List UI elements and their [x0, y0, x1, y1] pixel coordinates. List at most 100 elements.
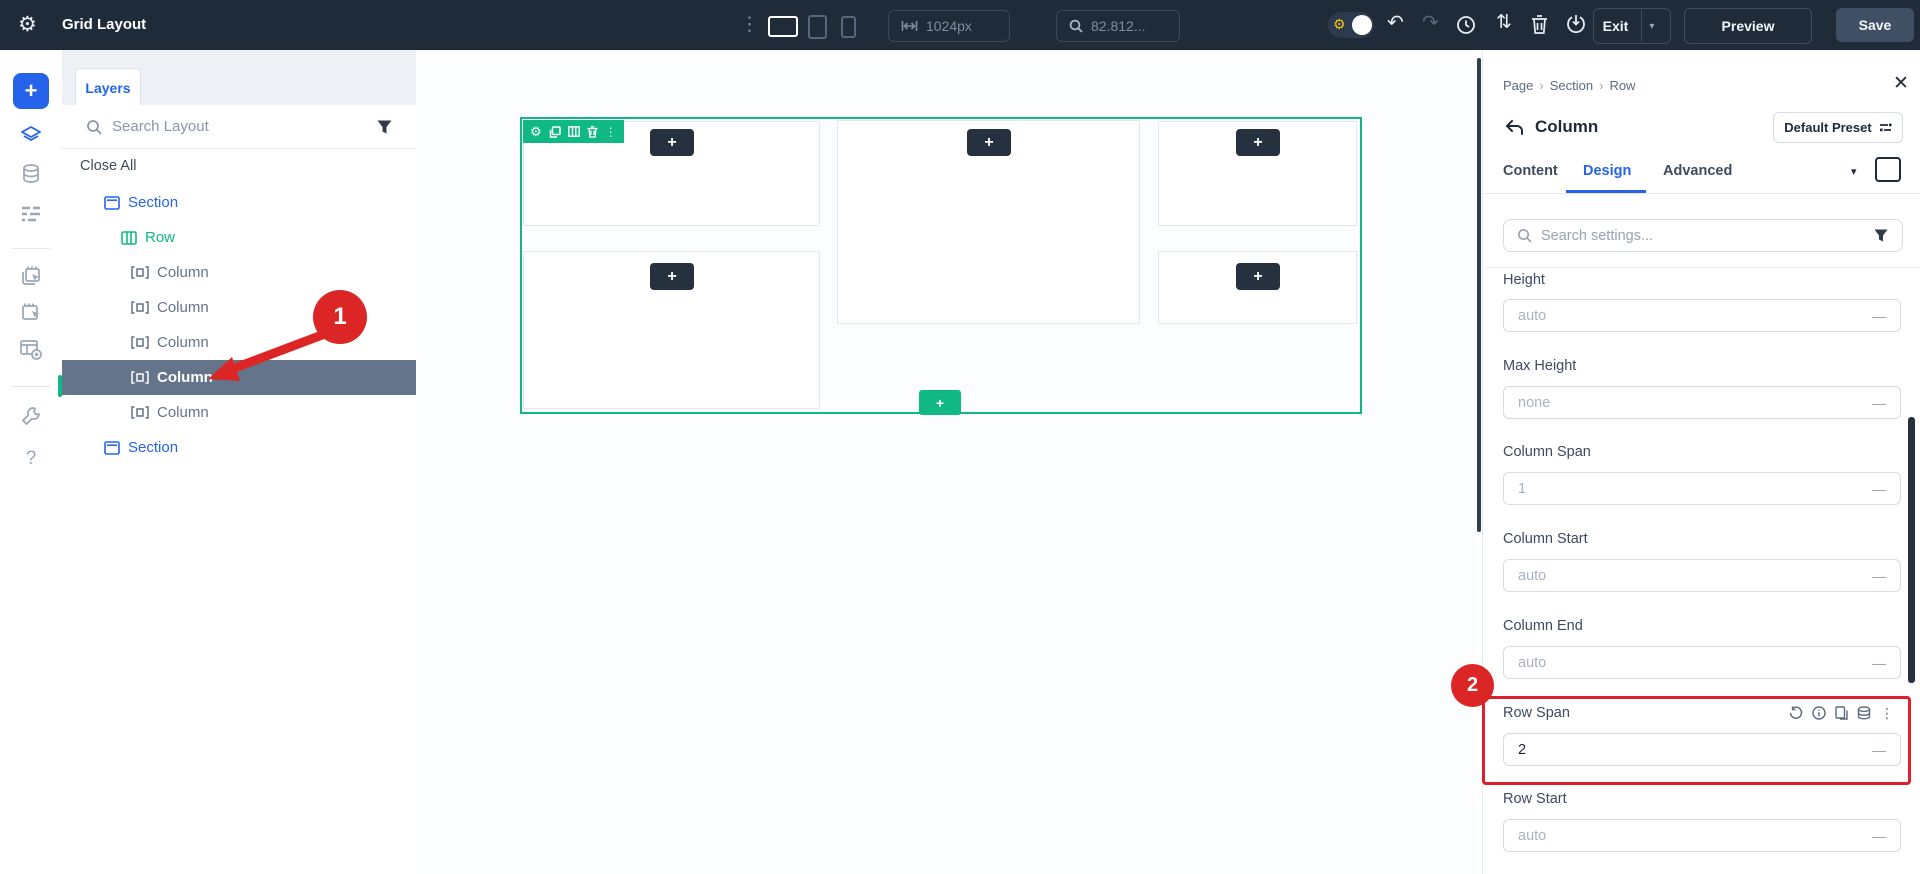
field-value: auto [1518, 828, 1546, 844]
width-arrows-icon [901, 20, 918, 32]
close-panel-icon[interactable]: ✕ [1893, 74, 1909, 93]
breakpoint-desktop-icon[interactable] [1875, 157, 1901, 182]
columns-icon[interactable] [568, 126, 580, 137]
duplicate-icon[interactable] [549, 126, 561, 138]
templates-icon[interactable] [0, 338, 62, 360]
settings-search-input[interactable]: Search settings... [1503, 219, 1903, 252]
tab-content[interactable]: Content [1503, 163, 1558, 179]
phone-breakpoint-icon[interactable] [841, 16, 856, 38]
layers-item-section[interactable]: Section [62, 430, 458, 465]
save-label: Save [1859, 17, 1892, 33]
undo-icon[interactable]: ↶ [1387, 13, 1404, 33]
selected-section-outline[interactable]: + + + + + ⚙ ⋮ + [520, 117, 1362, 414]
filter-icon[interactable] [377, 120, 392, 134]
dynamic-data-icon[interactable] [1857, 706, 1871, 720]
document-title: Grid Layout [62, 16, 146, 33]
field-input-column-start[interactable]: auto — [1503, 559, 1901, 592]
preview-button[interactable]: Preview [1684, 8, 1812, 44]
add-element-button[interactable]: + [1236, 263, 1280, 290]
settings-gear-icon[interactable]: ⚙ [18, 14, 37, 35]
power-import-icon[interactable] [1566, 14, 1586, 35]
reset-icon[interactable] [1789, 706, 1803, 720]
canvas-width-control[interactable]: 1024px [888, 10, 1010, 42]
unit-menu-dash[interactable]: — [1872, 568, 1886, 584]
layers-item-row[interactable]: Row [62, 220, 475, 255]
redo-icon[interactable]: ↷ [1422, 13, 1439, 33]
field-input-max-height[interactable]: none — [1503, 386, 1901, 419]
layers-panel-icon[interactable] [0, 124, 62, 146]
default-preset-button[interactable]: Default Preset [1773, 112, 1903, 143]
add-element-button[interactable]: + [650, 129, 694, 156]
breadcrumb-section[interactable]: Section [1550, 78, 1593, 93]
column-icon [131, 406, 149, 419]
preview-label: Preview [1722, 18, 1775, 34]
unit-menu-dash[interactable]: — [1872, 828, 1886, 844]
field-input-row-span[interactable]: 2 — [1503, 733, 1901, 766]
unit-menu-dash[interactable]: — [1872, 481, 1886, 497]
field-input-column-end[interactable]: auto — [1503, 646, 1901, 679]
settings-list-icon[interactable] [0, 205, 62, 223]
global-blocks-icon[interactable] [0, 265, 62, 287]
exit-caret-icon[interactable]: ▾ [1642, 21, 1661, 32]
canvas-zoom-control[interactable]: 82.812... [1056, 10, 1180, 42]
section-icon [104, 196, 120, 210]
breakpoint-caret-icon[interactable]: ▾ [1851, 165, 1857, 178]
search-icon [86, 119, 102, 135]
layers-search-input[interactable]: Search Layout [112, 118, 209, 135]
badge-number: 2 [1467, 674, 1478, 697]
layers-tab-label: Layers [85, 80, 130, 96]
info-icon[interactable] [1812, 706, 1826, 720]
theme-toggle[interactable]: ⚙ [1328, 12, 1374, 38]
breadcrumb-page[interactable]: Page [1503, 78, 1533, 93]
field-input-row-start[interactable]: auto — [1503, 819, 1901, 852]
copy-paste-icon[interactable] [1835, 706, 1848, 720]
add-element-button[interactable]: + [1236, 129, 1280, 156]
trash-icon[interactable] [1531, 15, 1548, 35]
tools-wrench-icon[interactable] [0, 405, 62, 427]
element-trash-icon[interactable] [587, 126, 598, 138]
field-kebab-icon[interactable]: ⋮ [1880, 706, 1894, 720]
plus-icon: + [984, 134, 993, 152]
canvas-column-cell-rowspan2[interactable]: + [523, 251, 820, 409]
field-label-max-height: Max Height [1503, 358, 1576, 374]
selectors-icon[interactable] [0, 302, 62, 324]
canvas-column-cell[interactable]: + [837, 120, 1140, 324]
field-input-height[interactable]: auto — [1503, 299, 1901, 332]
field-value: 1 [1518, 481, 1526, 497]
tablet-breakpoint-icon[interactable] [808, 15, 827, 39]
canvas-column-cell[interactable]: + [1158, 121, 1357, 226]
history-clock-icon[interactable] [1456, 15, 1476, 35]
field-action-icons: ⋮ [1789, 706, 1894, 720]
add-row-button[interactable]: + [919, 390, 961, 415]
unit-menu-dash[interactable]: — [1872, 395, 1886, 411]
unit-menu-dash[interactable]: — [1872, 742, 1886, 758]
breadcrumb-row[interactable]: Row [1609, 78, 1635, 93]
canvas-options-kebab-icon[interactable]: ⋮ [740, 15, 759, 34]
tab-advanced[interactable]: Advanced [1663, 163, 1732, 179]
unit-menu-dash[interactable]: — [1872, 655, 1886, 671]
element-kebab-icon[interactable]: ⋮ [605, 126, 617, 138]
zoom-magnifier-icon [1069, 19, 1083, 33]
save-button[interactable]: Save [1836, 8, 1914, 42]
help-icon[interactable]: ? [0, 448, 62, 470]
top-bar: ⚙ Grid Layout ⋮ 1024px 82.812... ⚙ ↶ ↷ [0, 0, 1920, 50]
exit-button[interactable]: Exit ▾ [1593, 8, 1671, 44]
back-arrow-icon[interactable] [1505, 120, 1524, 135]
sort-arrows-icon[interactable]: ⇅ [1496, 13, 1512, 32]
settings-filter-icon[interactable] [1874, 229, 1888, 242]
add-element-button[interactable]: + [650, 263, 694, 290]
canvas-column-cell[interactable]: + [1158, 251, 1357, 324]
element-settings-gear-icon[interactable]: ⚙ [530, 125, 542, 138]
database-panel-icon[interactable] [0, 163, 62, 185]
desktop-breakpoint-icon[interactable] [768, 16, 798, 37]
add-element-sidebar-button[interactable]: + [13, 73, 49, 109]
field-input-column-span[interactable]: 1 — [1503, 472, 1901, 505]
panel-scrollbar-thumb[interactable] [1908, 417, 1915, 683]
breadcrumb-separator: › [1539, 78, 1543, 93]
unit-menu-dash[interactable]: — [1872, 308, 1886, 324]
layers-item-section[interactable]: Section [62, 185, 458, 220]
close-all-button[interactable]: Close All [80, 158, 136, 174]
tab-layers[interactable]: Layers [75, 68, 141, 107]
add-element-button[interactable]: + [967, 129, 1011, 156]
tab-design[interactable]: Design [1583, 163, 1631, 179]
